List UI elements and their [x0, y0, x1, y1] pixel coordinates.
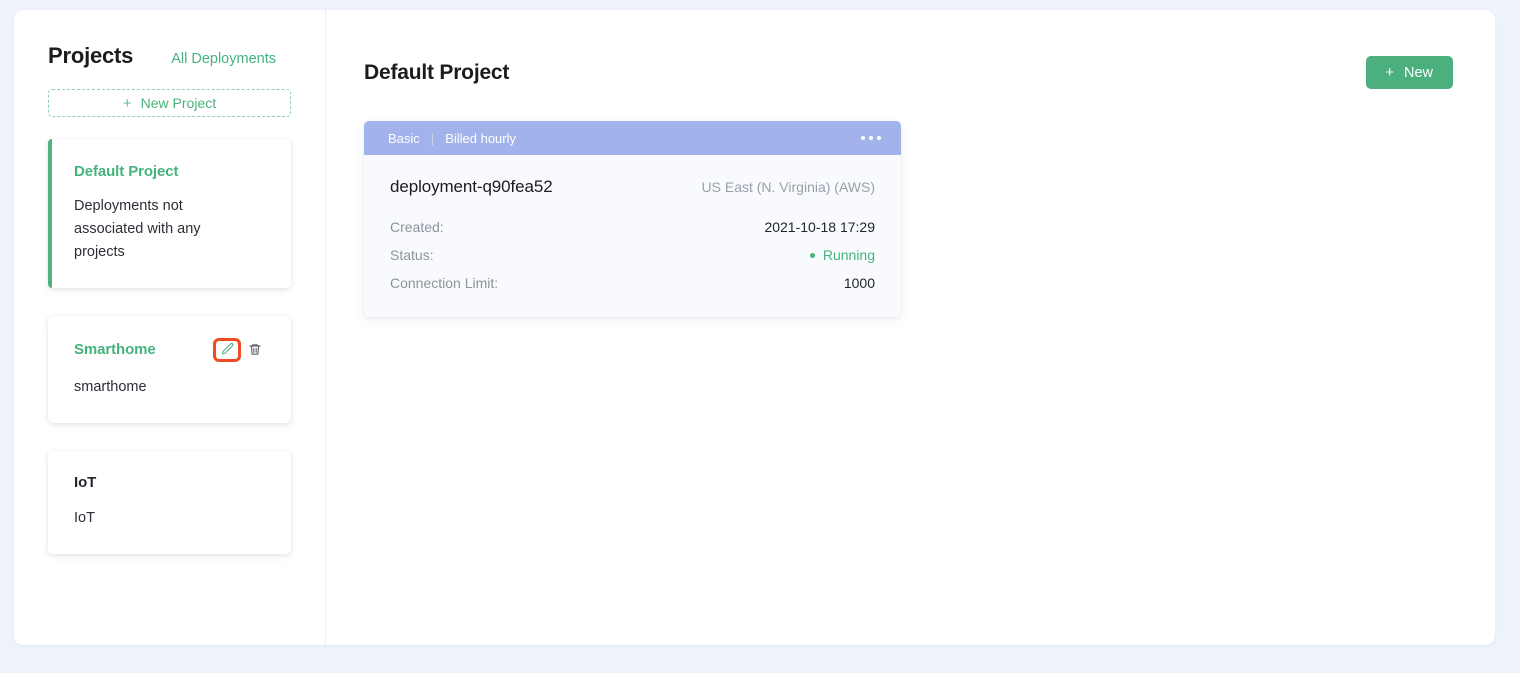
project-card-iot[interactable]: IoT IoT [48, 451, 291, 554]
new-project-label: New Project [141, 95, 216, 111]
sidebar-header: Projects All Deployments [14, 10, 325, 69]
deployment-name: deployment-q90fea52 [390, 177, 553, 197]
deployment-billing: Billed hourly [445, 131, 516, 146]
field-label: Connection Limit: [390, 275, 498, 291]
project-name: Smarthome [74, 341, 156, 358]
project-name: Default Project [74, 163, 178, 180]
plus-icon: + [123, 96, 132, 111]
project-card-actions [213, 338, 265, 362]
content-area: Default Project + New Basic | Billed hou… [326, 10, 1495, 645]
deployment-region: US East (N. Virginia) (AWS) [702, 179, 875, 195]
dot [877, 136, 881, 140]
dot [861, 136, 865, 140]
app-panel: Projects All Deployments + New Project D… [14, 10, 1495, 645]
dot [869, 136, 873, 140]
new-deployment-button[interactable]: + New [1366, 56, 1453, 89]
separator: | [431, 131, 434, 146]
project-description: IoT [74, 507, 234, 530]
project-card-default[interactable]: Default Project Deployments not associat… [48, 139, 291, 288]
plus-icon: + [1386, 65, 1394, 81]
project-card-smarthome[interactable]: Smarthome [48, 316, 291, 423]
deployment-card-header: Basic | Billed hourly [364, 121, 901, 155]
field-value: 1000 [844, 275, 875, 291]
status-dot-icon [810, 253, 815, 258]
deployment-plan: Basic [388, 131, 420, 146]
project-list: Default Project Deployments not associat… [14, 139, 325, 554]
content-header: Default Project + New [364, 56, 1453, 89]
project-card-head: IoT [74, 473, 265, 493]
ellipsis-icon[interactable] [859, 130, 883, 146]
status-badge: Running [810, 247, 875, 263]
field-value: 2021-10-18 17:29 [764, 219, 875, 235]
project-card-head: Smarthome [74, 338, 265, 362]
new-project-button[interactable]: + New Project [48, 89, 291, 117]
field-value: Running [823, 247, 875, 263]
deployment-field-connection-limit: Connection Limit: 1000 [390, 275, 875, 291]
trash-icon[interactable] [245, 339, 265, 361]
new-button-label: New [1404, 65, 1433, 81]
deployment-identity-row: deployment-q90fea52 US East (N. Virginia… [390, 177, 875, 197]
deployment-field-status: Status: Running [390, 247, 875, 263]
deployment-field-created: Created: 2021-10-18 17:29 [390, 219, 875, 235]
edit-project-button-highlight[interactable] [213, 338, 241, 362]
project-description: smarthome [74, 376, 234, 399]
field-label: Status: [390, 247, 434, 263]
field-label: Created: [390, 219, 444, 235]
sidebar: Projects All Deployments + New Project D… [14, 10, 326, 645]
all-deployments-link[interactable]: All Deployments [171, 51, 276, 67]
page-title: Default Project [364, 56, 509, 85]
project-name: IoT [74, 474, 96, 491]
deployment-plan-info: Basic | Billed hourly [388, 131, 516, 146]
deployment-card-body: deployment-q90fea52 US East (N. Virginia… [364, 155, 901, 317]
deployment-card[interactable]: Basic | Billed hourly deployment-q90fea5… [364, 121, 901, 317]
project-card-head: Default Project [74, 161, 265, 181]
pencil-icon[interactable] [217, 339, 237, 361]
sidebar-title: Projects [48, 43, 133, 69]
project-description: Deployments not associated with any proj… [74, 195, 234, 264]
